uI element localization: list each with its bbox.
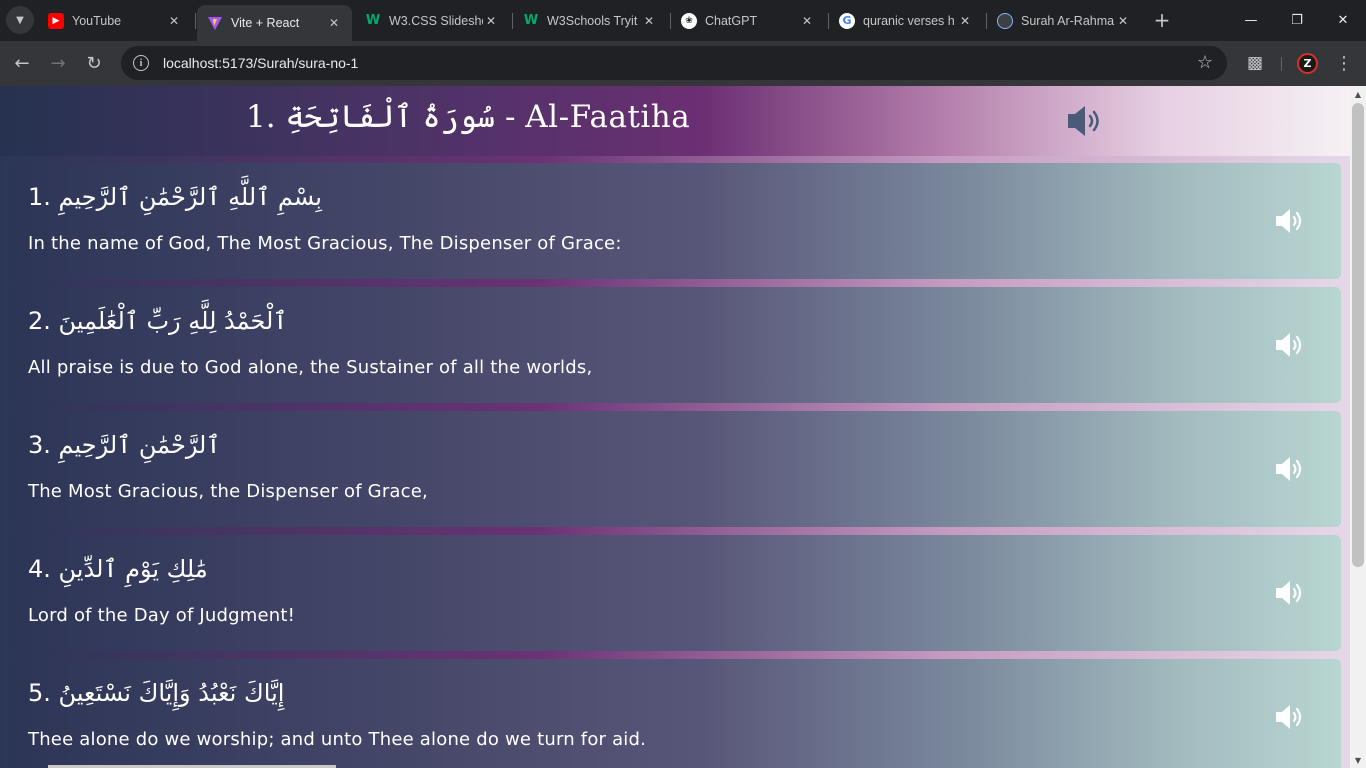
- more-vertical-icon: ⋮: [1335, 52, 1353, 74]
- verse-card: إِيَّاكَ نَعْبُدُ وَإِيَّاكَ نَسْتَعِينُ…: [8, 659, 1341, 768]
- youtube-icon: ▶: [48, 12, 64, 29]
- profile-avatar[interactable]: Z: [1297, 53, 1318, 74]
- scrollbar-thumb[interactable]: [1352, 103, 1364, 567]
- verse-translation: In the name of God, The Most Gracious, T…: [28, 233, 622, 254]
- surah-title: 1. سُورَةُ ٱلْفَاتِحَةِ - Al-Faatiha: [246, 99, 691, 135]
- back-button[interactable]: ←: [8, 49, 36, 77]
- tab-title: YouTube: [72, 13, 122, 28]
- speaker-icon[interactable]: [1275, 331, 1305, 359]
- verse-card: بِسْمِ ٱللَّهِ ٱلرَّحْمَٰنِ ٱلرَّحِيمِ .…: [8, 163, 1341, 279]
- speaker-icon[interactable]: [1275, 703, 1305, 731]
- minimize-button[interactable]: —: [1228, 0, 1274, 40]
- info-icon[interactable]: i: [133, 55, 149, 71]
- speaker-icon[interactable]: [1275, 579, 1305, 607]
- tab-title: Surah Ar-Rahma: [1021, 13, 1115, 28]
- speaker-icon[interactable]: [1275, 207, 1305, 235]
- verse-translation: All praise is due to God alone, the Sust…: [28, 357, 593, 378]
- tab-title: Vite + React: [231, 16, 300, 30]
- tab-chatgpt[interactable]: ❀ ChatGPT ✕: [671, 5, 825, 36]
- tab-vite-react[interactable]: Vite + React ✕: [197, 5, 352, 41]
- verse-arabic-text: مَٰلِكِ يَوْمِ ٱلدِّينِ .4: [28, 555, 208, 583]
- tab-divider: [195, 13, 196, 29]
- address-bar[interactable]: i localhost:5173/Surah/sura-no-1 ☆: [121, 46, 1227, 80]
- close-window-button[interactable]: ✕: [1320, 0, 1366, 40]
- restore-button[interactable]: ❐: [1274, 0, 1320, 40]
- close-icon[interactable]: ✕: [957, 14, 973, 28]
- w3schools-icon: W: [523, 13, 539, 28]
- reload-button[interactable]: ↻: [80, 49, 108, 77]
- scroll-up-arrow-icon[interactable]: ▲: [1350, 86, 1366, 102]
- w3schools-icon: W: [365, 13, 381, 28]
- restore-icon: ❐: [1291, 12, 1303, 28]
- close-icon[interactable]: ✕: [1115, 14, 1131, 28]
- puzzle-icon: ▩: [1246, 53, 1264, 73]
- verse-translation: The Most Gracious, the Dispenser of Grac…: [28, 481, 428, 502]
- verse-arabic-text: ٱلْحَمْدُ لِلَّهِ رَبِّ ٱلْعَٰلَمِينَ .2: [28, 307, 288, 335]
- toolbar-divider: [1281, 57, 1282, 71]
- tab-youtube[interactable]: ▶ YouTube ✕: [38, 5, 192, 36]
- tab-surah-ar-rahman[interactable]: Surah Ar-Rahma ✕: [987, 5, 1141, 36]
- arrow-left-icon: ←: [14, 52, 30, 74]
- page-viewport: 1. سُورَةُ ٱلْفَاتِحَةِ - Al-Faatiha بِس…: [0, 86, 1350, 768]
- browser-toolbar: ← → ↻ i localhost:5173/Surah/sura-no-1 ☆…: [0, 41, 1366, 86]
- close-icon[interactable]: ✕: [166, 14, 182, 28]
- verse-card: ٱلرَّحْمَٰنِ ٱلرَّحِيمِ .3 The Most Grac…: [8, 411, 1341, 527]
- address-url[interactable]: localhost:5173/Surah/sura-no-1: [163, 55, 358, 71]
- scroll-down-arrow-icon[interactable]: ▼: [1350, 752, 1366, 768]
- surah-header: 1. سُورَةُ ٱلْفَاتِحَةِ - Al-Faatiha: [0, 86, 1350, 156]
- tab-title: W3Schools Tryit: [547, 13, 638, 28]
- tab-title: ChatGPT: [705, 13, 758, 28]
- vertical-scrollbar[interactable]: ▲ ▼: [1350, 86, 1366, 768]
- close-icon[interactable]: ✕: [326, 16, 342, 30]
- tab-title: quranic verses h: [863, 13, 955, 28]
- verse-arabic-text: ٱلرَّحْمَٰنِ ٱلرَّحِيمِ .3: [28, 431, 221, 459]
- globe-icon: [997, 12, 1013, 29]
- tab-w3schools-tryit[interactable]: W W3Schools Tryit ✕: [513, 5, 667, 36]
- arrow-right-icon: →: [50, 52, 66, 74]
- speaker-icon[interactable]: [1066, 103, 1104, 139]
- close-icon[interactable]: ✕: [483, 14, 499, 28]
- close-icon: ✕: [1337, 12, 1349, 28]
- tab-search-button[interactable]: ▼: [6, 6, 34, 34]
- extensions-button[interactable]: ▩: [1242, 50, 1268, 76]
- chevron-down-icon: ▼: [16, 14, 24, 26]
- vite-icon: [207, 15, 223, 31]
- close-icon[interactable]: ✕: [799, 14, 815, 28]
- verse-arabic-text: بِسْمِ ٱللَّهِ ٱلرَّحْمَٰنِ ٱلرَّحِيمِ .…: [28, 183, 322, 211]
- avatar-initial: Z: [1303, 57, 1312, 70]
- verse-translation: Lord of the Day of Judgment!: [28, 605, 296, 626]
- tab-title: W3.CSS Slidesho: [389, 13, 483, 28]
- minimize-icon: —: [1244, 12, 1258, 28]
- verse-card: مَٰلِكِ يَوْمِ ٱلدِّينِ .4 Lord of the D…: [8, 535, 1341, 651]
- plus-icon: +: [1153, 8, 1171, 32]
- new-tab-button[interactable]: +: [1150, 8, 1174, 32]
- star-icon[interactable]: ☆: [1197, 52, 1213, 73]
- google-icon: G: [839, 12, 855, 29]
- browser-menu-button[interactable]: ⋮: [1333, 50, 1355, 76]
- reload-icon: ↻: [86, 52, 102, 74]
- forward-button[interactable]: →: [44, 49, 72, 77]
- tab-google-search[interactable]: G quranic verses h ✕: [829, 5, 983, 36]
- verse-arabic-text: إِيَّاكَ نَعْبُدُ وَإِيَّاكَ نَسْتَعِينُ…: [28, 679, 285, 707]
- browser-tab-strip: ▼ ▶ YouTube ✕ Vite + React ✕ W W3.CSS Sl…: [0, 0, 1366, 41]
- speaker-icon[interactable]: [1275, 455, 1305, 483]
- close-icon[interactable]: ✕: [641, 14, 657, 28]
- verse-translation: Thee alone do we worship; and unto Thee …: [28, 729, 647, 750]
- tab-w3css-slideshow[interactable]: W W3.CSS Slidesho ✕: [355, 5, 509, 36]
- chatgpt-icon: ❀: [681, 12, 697, 29]
- verse-card: ٱلْحَمْدُ لِلَّهِ رَبِّ ٱلْعَٰلَمِينَ .2…: [8, 287, 1341, 403]
